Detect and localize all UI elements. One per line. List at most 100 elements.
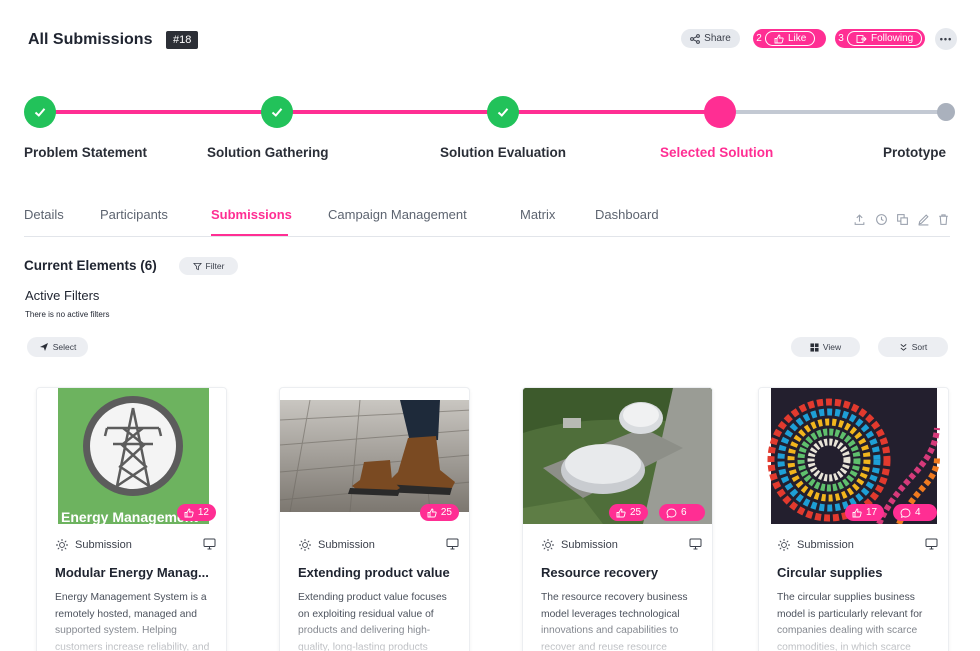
step-label-prototype[interactable]: Prototype — [883, 145, 946, 160]
card-type-label: Submission — [797, 539, 854, 551]
monitor-icon[interactable] — [689, 538, 702, 550]
page-title: All Submissions — [28, 31, 153, 48]
current-elements-title: Current Elements (6) — [24, 258, 157, 273]
step-solution-evaluation-dot[interactable] — [487, 96, 519, 128]
step-label-selected-solution[interactable]: Selected Solution — [660, 145, 773, 160]
select-button[interactable]: Select — [27, 337, 88, 357]
tab-dashboard[interactable]: Dashboard — [595, 207, 659, 222]
thumbs-up-icon — [427, 508, 437, 517]
card-fade-overlay — [280, 614, 469, 651]
card-title[interactable]: Circular supplies — [777, 565, 937, 580]
likes-badge: 25 — [609, 504, 649, 521]
following-button[interactable]: 3 Following — [835, 29, 925, 48]
view-button[interactable]: View — [791, 337, 860, 357]
select-label: Select — [52, 342, 77, 352]
card-fade-overlay — [523, 614, 712, 651]
lightbulb-icon — [299, 539, 311, 551]
more-icon: ••• — [939, 34, 953, 44]
card-type: Submission — [298, 538, 375, 552]
likes-badge: 17 — [845, 504, 885, 521]
share-label: Share — [704, 33, 731, 44]
submission-card[interactable]: 25 Submission Extending product value Ex… — [279, 387, 470, 651]
step-solution-gathering-dot[interactable] — [261, 96, 293, 128]
monitor-icon[interactable] — [203, 538, 216, 550]
share-button[interactable]: Share — [681, 29, 740, 48]
tab-campaign-management[interactable]: Campaign Management — [328, 207, 467, 222]
check-icon — [271, 108, 283, 117]
sort-label: Sort — [911, 342, 928, 352]
likes-count: 12 — [197, 507, 209, 518]
share-icon — [690, 33, 701, 44]
thumbs-up-icon — [184, 508, 194, 517]
comments-count: 4 — [915, 507, 921, 518]
card-type-label: Submission — [75, 539, 132, 551]
thumbs-up-icon — [616, 508, 626, 517]
thumbs-up-icon — [852, 508, 862, 517]
id-badge: #18 — [166, 31, 199, 49]
filter-button[interactable]: Filter — [179, 257, 238, 275]
tab-submissions[interactable]: Submissions — [211, 207, 292, 222]
following-count: 3 — [838, 33, 844, 44]
check-icon — [497, 108, 509, 117]
no-active-filters-text: There is no active filters — [25, 310, 110, 319]
step-label-problem-statement[interactable]: Problem Statement — [24, 145, 147, 160]
submission-card[interactable]: 25 6 Submission Resource recovery The re… — [522, 387, 713, 651]
card-image-boots — [280, 400, 469, 512]
likes-badge: 25 — [419, 504, 459, 521]
card-type: Submission — [55, 538, 132, 552]
sort-button[interactable]: Sort — [878, 337, 948, 357]
step-problem-statement-dot[interactable] — [24, 96, 56, 128]
likes-count: 17 — [866, 507, 878, 518]
following-label: Following — [871, 33, 914, 44]
step-label-solution-evaluation[interactable]: Solution Evaluation — [440, 145, 566, 160]
tabs-divider — [24, 236, 950, 237]
lightbulb-icon — [56, 539, 68, 551]
card-title[interactable]: Extending product value — [298, 565, 458, 580]
trash-icon[interactable] — [937, 213, 950, 226]
step-selected-solution-dot[interactable] — [704, 96, 736, 128]
tab-participants[interactable]: Participants — [100, 207, 168, 222]
card-fade-overlay — [37, 614, 226, 651]
card-type: Submission — [777, 538, 854, 552]
monitor-icon[interactable] — [925, 538, 938, 550]
likes-badge: 12 — [176, 504, 216, 521]
sort-icon — [900, 343, 907, 351]
active-filters-title: Active Filters — [25, 288, 100, 303]
submission-card[interactable]: Energy Management 12 Submission Modular … — [36, 387, 227, 651]
like-button[interactable]: 2 Like — [753, 29, 826, 48]
comments-badge: 6 — [659, 504, 705, 521]
step-prototype-dot[interactable] — [937, 103, 955, 121]
active-tab-indicator — [211, 234, 288, 236]
following-icon — [856, 34, 867, 43]
edit-icon[interactable] — [917, 213, 930, 226]
upload-icon[interactable] — [853, 213, 866, 226]
comment-icon — [900, 508, 911, 518]
thumbs-up-icon — [774, 34, 784, 43]
progress-track-remaining — [720, 110, 946, 114]
tab-matrix[interactable]: Matrix — [520, 207, 555, 222]
like-count: 2 — [756, 33, 762, 44]
card-title[interactable]: Resource recovery — [541, 565, 701, 580]
filter-icon — [192, 262, 202, 270]
like-label: Like — [788, 33, 807, 44]
submission-card[interactable]: 17 4 Submission Circular supplies The ci… — [758, 387, 949, 651]
more-options-button[interactable]: ••• — [935, 28, 957, 50]
step-label-solution-gathering[interactable]: Solution Gathering — [207, 145, 329, 160]
lightbulb-icon — [542, 539, 554, 551]
comments-badge: 4 — [893, 504, 937, 521]
filter-label: Filter — [205, 261, 225, 271]
card-type: Submission — [541, 538, 618, 552]
likes-count: 25 — [630, 507, 642, 518]
copy-icon[interactable] — [896, 213, 909, 226]
view-label: View — [822, 342, 842, 352]
grid-icon — [810, 342, 819, 352]
tab-details[interactable]: Details — [24, 207, 64, 222]
lightbulb-icon — [778, 539, 790, 551]
progress-track-complete — [40, 110, 720, 114]
card-type-label: Submission — [318, 539, 375, 551]
clock-icon[interactable] — [875, 213, 888, 226]
monitor-icon[interactable] — [446, 538, 459, 550]
send-icon — [39, 343, 48, 351]
card-title[interactable]: Modular Energy Manag... — [55, 565, 215, 580]
check-icon — [34, 108, 46, 117]
